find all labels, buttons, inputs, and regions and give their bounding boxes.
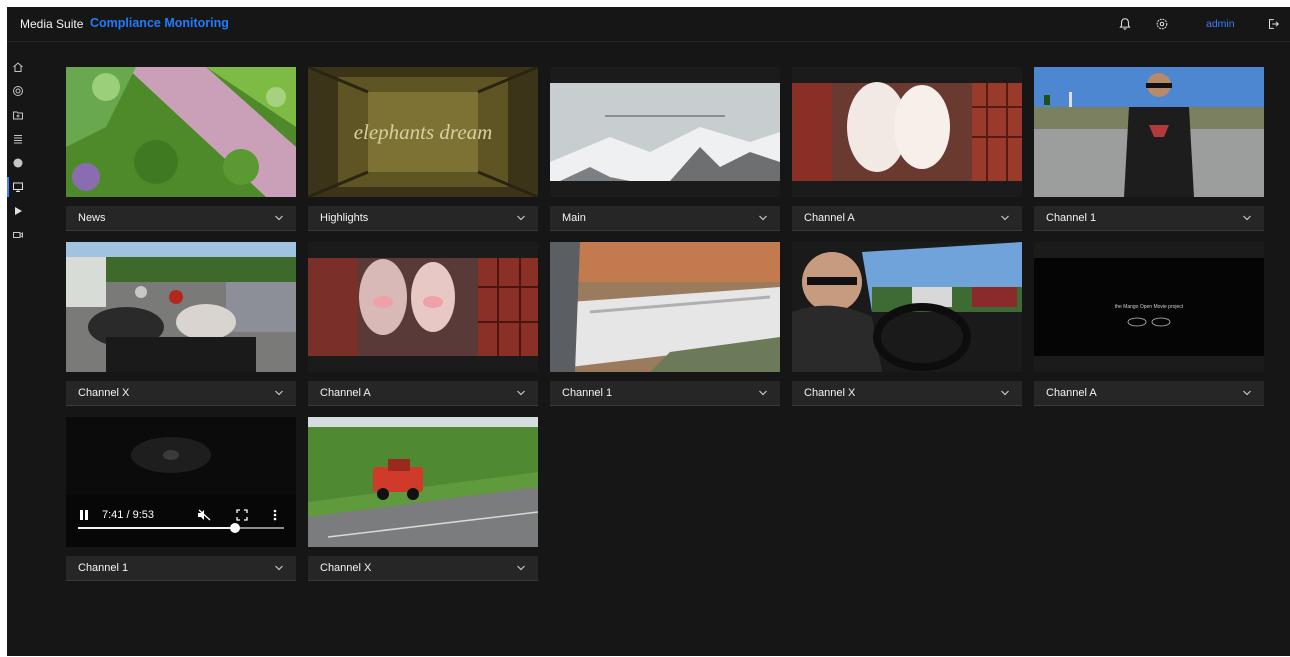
- channel-select[interactable]: Highlights: [308, 206, 538, 231]
- nav-list[interactable]: [7, 127, 29, 151]
- channel-label: Channel A: [320, 387, 371, 399]
- chevron-down-icon: [759, 215, 767, 221]
- channel-select[interactable]: Channel A: [792, 206, 1022, 231]
- chevron-down-icon: [275, 215, 283, 221]
- nav-play[interactable]: [7, 199, 29, 223]
- nav-record[interactable]: [7, 151, 29, 175]
- channel-select[interactable]: Channel 1: [1034, 206, 1264, 231]
- play-icon: [15, 207, 22, 215]
- chevron-down-icon: [1243, 390, 1251, 396]
- video-thumbnail[interactable]: [66, 242, 296, 372]
- progress-fill: [78, 527, 235, 529]
- top-bar: Media Suite Compliance Monitoring admin: [7, 7, 1290, 42]
- nav-folders[interactable]: [7, 103, 29, 127]
- channel-select[interactable]: Channel X: [66, 381, 296, 406]
- folder-icon: [13, 111, 23, 120]
- player-controls: 7:41 / 9:53: [66, 495, 296, 547]
- video-thumbnail[interactable]: [308, 417, 538, 547]
- monitor-icon: [13, 182, 23, 192]
- channel-label: Channel X: [78, 387, 130, 399]
- bell-icon[interactable]: [1117, 16, 1133, 32]
- thumbnail-title: the Mango Open Movie project: [1115, 304, 1184, 310]
- channel-label: Channel A: [804, 212, 855, 224]
- channel-label: Highlights: [320, 212, 369, 224]
- channel-select[interactable]: Channel X: [792, 381, 1022, 406]
- channel-label: Channel 1: [78, 562, 129, 574]
- fullscreen-icon: [236, 509, 248, 521]
- mute-button[interactable]: [197, 509, 211, 521]
- video-thumbnail[interactable]: [792, 242, 1022, 372]
- chevron-down-icon: [1001, 390, 1009, 396]
- channel-select[interactable]: Channel X: [308, 556, 538, 581]
- more-options-button[interactable]: [273, 509, 277, 521]
- video-thumbnail[interactable]: elephants dream: [308, 67, 538, 197]
- side-nav: [7, 55, 29, 247]
- record-icon: [13, 158, 23, 168]
- pause-icon: [80, 510, 88, 520]
- thumbnail-title: elephants dream: [354, 120, 493, 144]
- video-thumbnail[interactable]: [308, 242, 538, 372]
- chevron-down-icon: [1001, 215, 1009, 221]
- product-title[interactable]: Compliance Monitoring: [90, 16, 229, 30]
- nav-targets[interactable]: [7, 79, 29, 103]
- nav-home[interactable]: [7, 55, 29, 79]
- chevron-down-icon: [517, 565, 525, 571]
- chevron-down-icon: [275, 565, 283, 571]
- channel-select[interactable]: Main: [550, 206, 780, 231]
- channel-select[interactable]: Channel 1: [550, 381, 780, 406]
- video-thumbnail[interactable]: the Mango Open Movie project: [1034, 242, 1264, 372]
- nav-monitor[interactable]: [7, 175, 29, 199]
- brand-name: Media Suite: [20, 17, 84, 31]
- video-camera-icon: [13, 232, 23, 238]
- user-name[interactable]: admin: [1206, 18, 1235, 30]
- video-thumbnail[interactable]: [550, 242, 780, 372]
- progress-handle[interactable]: [229, 523, 240, 533]
- time-display: 7:41 / 9:53: [102, 509, 154, 521]
- chevron-down-icon: [517, 215, 525, 221]
- app-window: Media Suite Compliance Monitoring admin: [7, 7, 1290, 656]
- pause-button[interactable]: [79, 509, 89, 521]
- progress-bar[interactable]: [78, 523, 284, 533]
- channel-label: Main: [562, 212, 586, 224]
- channel-label: Channel 1: [562, 387, 613, 399]
- volume-muted-icon: [198, 509, 211, 521]
- channel-label: Channel X: [804, 387, 856, 399]
- target-icon: [13, 86, 23, 96]
- chevron-down-icon: [1243, 215, 1251, 221]
- channel-select[interactable]: Channel A: [308, 381, 538, 406]
- channel-label: Channel 1: [1046, 212, 1097, 224]
- channel-select[interactable]: Channel 1: [66, 556, 296, 581]
- video-thumbnail[interactable]: [66, 67, 296, 197]
- home-icon: [13, 62, 23, 72]
- chevron-down-icon: [275, 390, 283, 396]
- video-thumbnail[interactable]: [792, 67, 1022, 197]
- list-icon: [14, 135, 22, 144]
- video-thumbnail[interactable]: [550, 67, 780, 197]
- channel-label: News: [78, 212, 106, 224]
- chevron-down-icon: [517, 390, 525, 396]
- channel-select[interactable]: Channel A: [1034, 381, 1264, 406]
- nav-camera[interactable]: [7, 223, 29, 247]
- logout-icon[interactable]: [1265, 16, 1281, 32]
- chevron-down-icon: [759, 390, 767, 396]
- video-player[interactable]: 7:41 / 9:53: [66, 417, 296, 547]
- channel-label: Channel X: [320, 562, 372, 574]
- channel-label: Channel A: [1046, 387, 1097, 399]
- fullscreen-button[interactable]: [236, 509, 248, 521]
- settings-icon[interactable]: [1154, 16, 1170, 32]
- more-vertical-icon: [273, 509, 277, 521]
- video-thumbnail[interactable]: [1034, 67, 1264, 197]
- channel-select[interactable]: News: [66, 206, 296, 231]
